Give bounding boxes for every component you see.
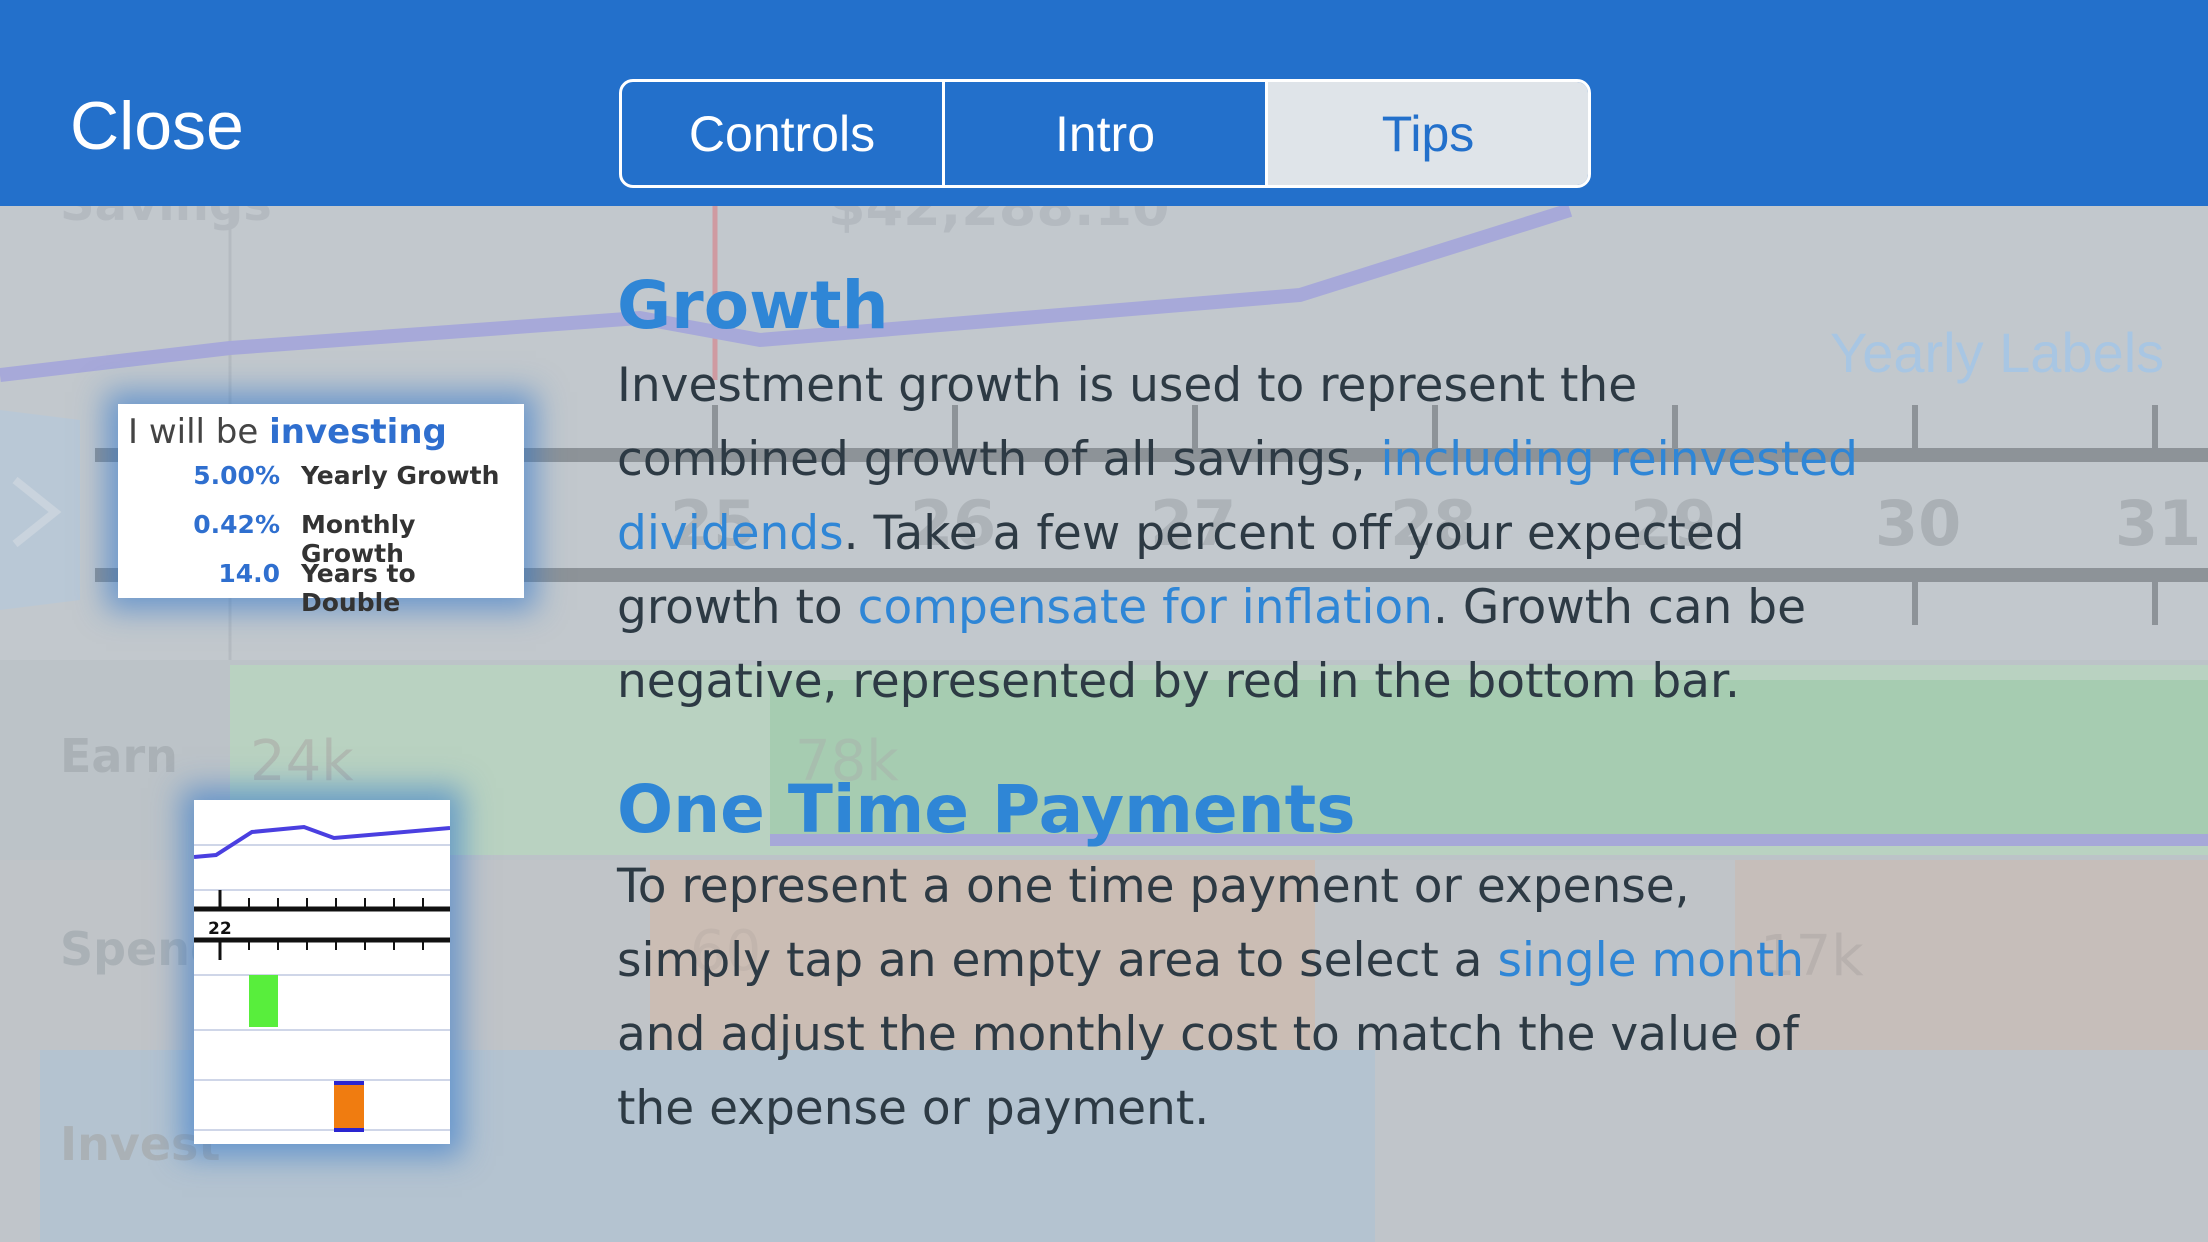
segmented-control: Controls Intro Tips — [619, 79, 1591, 188]
tab-tips[interactable]: Tips — [1265, 82, 1588, 185]
one-time-heading: One Time Payments — [617, 771, 1356, 848]
one-time-text-1: To represent a one time payment or expen… — [617, 859, 1690, 914]
monthly-growth-value: 0.42% — [193, 510, 280, 539]
bg-year-30: 30 — [1875, 487, 1961, 560]
growth-text-6: negative, represented by red in the bott… — [617, 654, 1740, 709]
investing-card-title: I will be investing — [128, 412, 447, 452]
yearly-growth-label: Yearly Growth — [301, 461, 500, 490]
mini-spend-bar — [334, 1083, 364, 1130]
bg-row-earn: Earn — [60, 729, 178, 783]
inflation-link[interactable]: compensate for inflation — [858, 580, 1433, 635]
single-month-link[interactable]: single month — [1497, 933, 1804, 988]
close-button[interactable]: Close — [70, 92, 244, 160]
growth-text-4: growth to — [617, 580, 858, 635]
bg-earn-24k: 24k — [250, 729, 354, 794]
growth-text-5: . Growth can be — [1432, 580, 1807, 635]
years-to-double-value: 14.0 — [218, 559, 280, 588]
tab-controls[interactable]: Controls — [622, 82, 942, 185]
one-time-paragraph: To represent a one time payment or expen… — [617, 850, 1867, 1146]
header-bar: Close Controls Intro Tips — [0, 0, 2208, 206]
mini-earn-bar — [249, 975, 278, 1027]
investing-card: I will be investing 5.00% Yearly Growth 0… — [118, 404, 524, 617]
one-time-text-4: the expense or payment. — [617, 1081, 1210, 1136]
mini-tick-label: 22 — [208, 919, 232, 939]
yearly-growth-value: 5.00% — [193, 461, 280, 490]
bg-year-31: 31 — [2115, 487, 2201, 560]
growth-text-2: combined growth of all savings, — [617, 432, 1381, 487]
one-time-text-3: and adjust the monthly cost to match the… — [617, 1007, 1799, 1062]
mini-chart-illustration: 22 — [194, 800, 450, 1144]
tab-intro[interactable]: Intro — [942, 82, 1265, 185]
dividends-link[interactable]: dividends — [617, 506, 844, 561]
investing-prefix: I will be — [128, 412, 270, 452]
bg-yearly-labels: Yearly Labels — [1830, 321, 2164, 384]
growth-heading: Growth — [617, 267, 889, 344]
growth-text-1: Investment growth is used to represent t… — [617, 358, 1638, 413]
investing-keyword: investing — [269, 412, 447, 452]
one-time-text-2: simply tap an empty area to select a — [617, 933, 1498, 988]
reinvested-dividends-link[interactable]: including reinvested — [1380, 432, 1857, 487]
years-to-double-label: Years to Double — [301, 559, 416, 617]
growth-text-3: . Take a few percent off your expected — [843, 506, 1745, 561]
growth-paragraph: Investment growth is used to represent t… — [617, 349, 1867, 719]
